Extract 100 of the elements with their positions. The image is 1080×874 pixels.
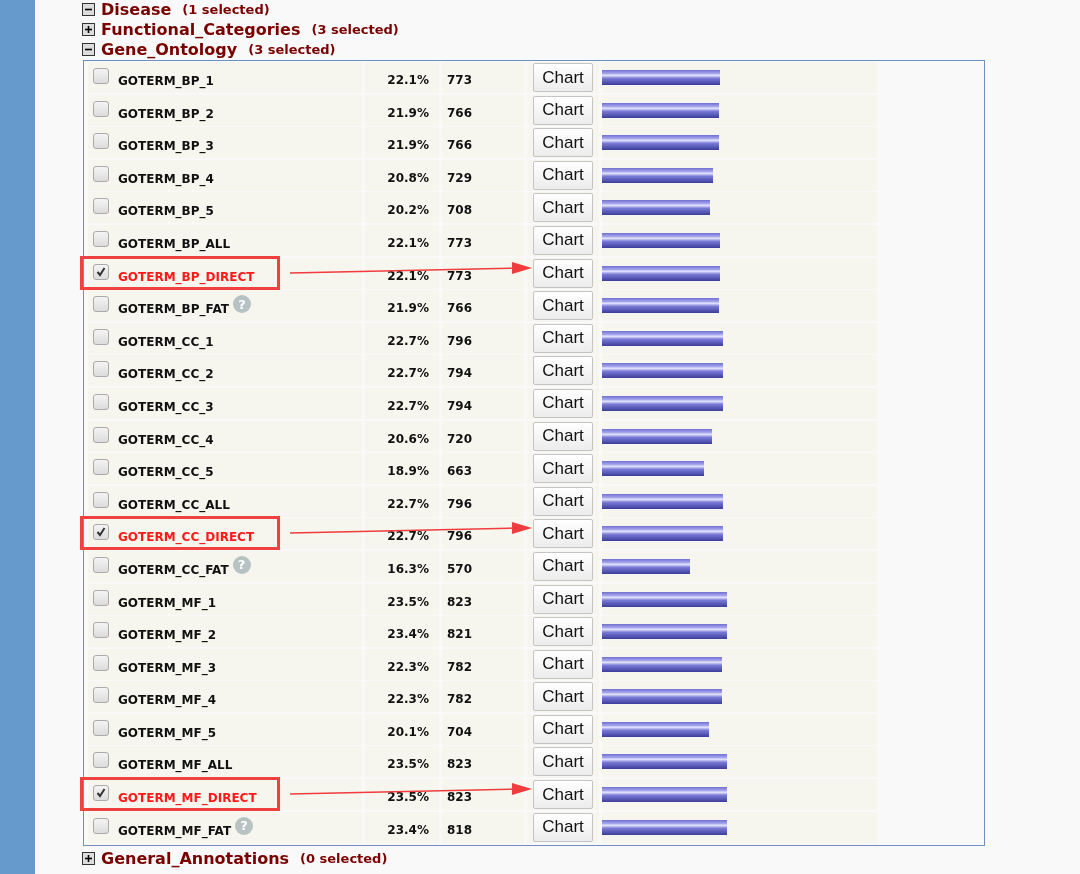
term-name: GOTERM_MF_5 xyxy=(118,725,217,740)
table-cell: 823 xyxy=(442,583,524,615)
checkbox[interactable] xyxy=(93,752,109,769)
table-cell: 773 xyxy=(442,224,524,256)
collapse-icon[interactable] xyxy=(82,42,95,56)
checkbox[interactable] xyxy=(93,687,109,704)
checkbox[interactable] xyxy=(93,459,109,476)
chart-button[interactable]: Chart xyxy=(533,193,593,223)
table-cell: 23.5% xyxy=(365,779,439,811)
term-name: GOTERM_CC_ALL xyxy=(118,497,230,512)
table-cell: 22.7% xyxy=(365,485,439,517)
checkbox[interactable] xyxy=(93,100,109,117)
section-title[interactable]: General_Annotations xyxy=(101,848,290,868)
checkbox[interactable] xyxy=(93,556,109,573)
term-name: GOTERM_MF_1 xyxy=(118,595,217,610)
table-cell: 22.1% xyxy=(365,62,439,93)
checkbox[interactable] xyxy=(93,230,109,247)
table-cell: 796 xyxy=(442,518,524,550)
table-cell: 20.6% xyxy=(365,420,439,452)
checkbox[interactable] xyxy=(93,491,109,508)
term-name: GOTERM_BP_FAT xyxy=(118,302,229,317)
selection-count: (3 selected) xyxy=(248,41,336,57)
checkbox[interactable] xyxy=(93,296,109,313)
table-cell: 21.9% xyxy=(365,290,439,322)
table-cell: 22.7% xyxy=(365,322,439,354)
chart-button[interactable]: Chart xyxy=(533,714,593,744)
checkbox[interactable] xyxy=(93,622,109,639)
checkbox[interactable] xyxy=(93,133,109,150)
table-cell: 22.7% xyxy=(365,387,439,419)
chart-button[interactable]: Chart xyxy=(533,551,593,581)
table-cell: 22.3% xyxy=(365,681,439,713)
table-cell: 773 xyxy=(442,257,524,289)
table-cell: 20.8% xyxy=(365,159,439,191)
term-name: GOTERM_BP_ALL xyxy=(118,236,231,251)
chart-button[interactable]: Chart xyxy=(533,649,593,679)
chart-button[interactable]: Chart xyxy=(533,780,593,810)
term-name: GOTERM_BP_2 xyxy=(118,106,214,121)
checkbox[interactable] xyxy=(93,524,109,541)
term-name: GOTERM_MF_FAT xyxy=(118,823,232,838)
chart-button[interactable]: Chart xyxy=(533,584,593,614)
checkbox[interactable] xyxy=(93,68,109,84)
chart-button[interactable]: Chart xyxy=(533,63,593,92)
expand-icon[interactable] xyxy=(82,851,95,865)
section-title[interactable]: Disease xyxy=(101,0,172,19)
checkbox[interactable] xyxy=(93,263,109,280)
table-cell: 20.2% xyxy=(365,192,439,224)
chart-button[interactable]: Chart xyxy=(533,486,593,516)
checkbox[interactable] xyxy=(93,589,109,606)
chart-button[interactable]: Chart xyxy=(533,128,593,158)
section-title[interactable]: Gene_Ontology xyxy=(101,39,238,59)
table-cell: 22.1% xyxy=(365,224,439,256)
table-cell: 821 xyxy=(442,616,524,648)
term-name: GOTERM_BP_3 xyxy=(118,139,214,154)
checkbox[interactable] xyxy=(93,654,109,671)
selection-count: (3 selected) xyxy=(311,21,399,37)
table-cell: 22.1% xyxy=(365,257,439,289)
chart-button[interactable]: Chart xyxy=(533,225,593,255)
checkbox[interactable] xyxy=(93,165,109,182)
chart-button[interactable]: Chart xyxy=(533,95,593,125)
chart-button[interactable]: Chart xyxy=(533,258,593,288)
chart-button[interactable]: Chart xyxy=(533,421,593,451)
chart-button[interactable]: Chart xyxy=(533,812,593,842)
chart-button[interactable]: Chart xyxy=(533,682,593,712)
chart-button[interactable]: Chart xyxy=(533,323,593,353)
checkbox[interactable] xyxy=(93,328,109,345)
table-cell: 22.7% xyxy=(365,518,439,550)
chart-button[interactable]: Chart xyxy=(533,747,593,777)
term-name: GOTERM_BP_1 xyxy=(118,74,214,88)
term-name: GOTERM_CC_5 xyxy=(118,465,214,480)
chart-button[interactable]: Chart xyxy=(533,519,593,549)
checkbox[interactable] xyxy=(93,361,109,378)
checkbox[interactable] xyxy=(93,426,109,443)
term-name: GOTERM_CC_FAT xyxy=(118,562,229,577)
collapse-icon[interactable] xyxy=(82,2,95,16)
term-name: GOTERM_BP_5 xyxy=(118,204,214,219)
term-name: GOTERM_MF_DIRECT xyxy=(118,791,257,806)
checkbox[interactable] xyxy=(93,198,109,215)
term-name: GOTERM_CC_2 xyxy=(118,367,214,382)
table-cell: 729 xyxy=(442,159,524,191)
chart-button[interactable]: Chart xyxy=(533,617,593,647)
checkbox[interactable] xyxy=(93,817,109,834)
chart-button[interactable]: Chart xyxy=(533,291,593,321)
checkbox[interactable] xyxy=(93,719,109,736)
table-cell: 796 xyxy=(442,485,524,517)
chart-button[interactable]: Chart xyxy=(533,454,593,484)
expand-icon[interactable] xyxy=(82,22,95,36)
table-cell: 823 xyxy=(442,746,524,778)
section-title[interactable]: Functional_Categories xyxy=(101,19,301,39)
chart-button[interactable]: Chart xyxy=(533,356,593,386)
table-cell: 16.3% xyxy=(365,550,439,582)
chart-button[interactable]: Chart xyxy=(533,388,593,418)
table-cell: 23.5% xyxy=(365,583,439,615)
chart-button[interactable]: Chart xyxy=(533,160,593,190)
selection-count: (1 selected) xyxy=(182,1,270,17)
term-name: GOTERM_MF_4 xyxy=(118,693,217,708)
table-cell: 22.3% xyxy=(365,648,439,680)
table-cell: 823 xyxy=(442,779,524,811)
table-cell: 794 xyxy=(442,355,524,387)
checkbox[interactable] xyxy=(93,785,109,802)
checkbox[interactable] xyxy=(93,393,109,410)
